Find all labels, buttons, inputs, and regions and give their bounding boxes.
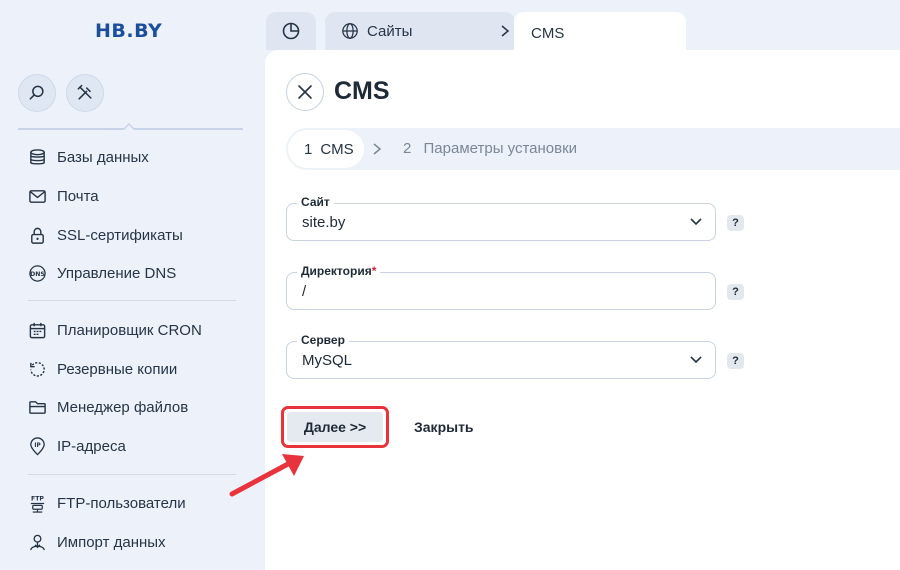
server-select[interactable]: Сервер MySQL (286, 333, 716, 379)
chevron-down-icon (690, 218, 702, 226)
required-mark: * (371, 264, 377, 278)
annotation-arrow-icon (229, 454, 304, 497)
folder-icon (28, 400, 46, 414)
sidebar-item-label: SSL-сертификаты (57, 226, 183, 244)
sidebar-divider (28, 300, 236, 301)
sidebar-item-backups[interactable]: Резервные копии (27, 357, 177, 381)
ftp-icon: FTP (30, 495, 44, 513)
sidebar-item-label: Почта (57, 187, 99, 205)
close-panel-button[interactable] (286, 73, 324, 111)
sidebar-item-label: Импорт данных (57, 533, 166, 551)
step-number: 1 (304, 140, 313, 158)
logo[interactable]: HB.BY (95, 20, 162, 42)
tab-label: Сайты (367, 22, 413, 40)
sidebar-item-cron[interactable]: Планировщик CRON (27, 318, 202, 342)
globe-icon (342, 23, 358, 39)
tools-button[interactable] (66, 74, 104, 112)
chevron-right-icon (501, 25, 510, 37)
directory-help-icon[interactable]: ? (727, 284, 744, 300)
directory-label: Директория* (297, 264, 381, 278)
step-number: 2 (403, 140, 412, 157)
sidebar-item-label: FTP-пользователи (57, 494, 186, 512)
pie-chart-icon (282, 22, 300, 40)
tab-label: CMS (531, 24, 565, 42)
site-select[interactable]: Сайт site.by (286, 195, 716, 241)
sidebar-item-import[interactable]: Импорт данных (27, 530, 166, 554)
dns-icon: DNS (28, 264, 46, 282)
tools-icon (77, 84, 92, 100)
directory-value: / (302, 283, 307, 300)
sidebar-item-ftp-users[interactable]: FTP FTP-пользователи (27, 491, 186, 515)
sidebar-item-label: Резервные копии (57, 360, 178, 378)
tab-sites[interactable]: Сайты (325, 12, 515, 50)
backup-icon (29, 361, 45, 377)
database-icon (29, 148, 45, 165)
tab-dashboard[interactable] (266, 12, 316, 50)
site-label: Сайт (297, 195, 334, 209)
page-title: CMS (334, 77, 390, 105)
sidebar-item-ssl[interactable]: SSL-сертификаты (27, 223, 183, 247)
step-label: CMS (320, 140, 354, 158)
svg-text:DNS: DNS (30, 270, 45, 277)
close-button[interactable]: Закрыть (414, 419, 474, 435)
site-help-icon[interactable]: ? (727, 215, 744, 231)
sidebar-item-label: IP-адреса (57, 437, 126, 455)
sidebar-item-file-manager[interactable]: Менеджер файлов (27, 395, 188, 419)
server-value: MySQL (302, 352, 353, 369)
collapse-caret-icon[interactable] (122, 122, 136, 130)
tab-cms[interactable]: CMS (514, 12, 686, 54)
sidebar-item-ip[interactable]: IP IP-адреса (27, 434, 126, 458)
sidebar-item-databases[interactable]: Базы данных (27, 145, 149, 169)
wizard-step-install-params[interactable]: 2 Параметры установки (403, 140, 577, 157)
import-icon (29, 534, 45, 550)
sidebar-item-label: Менеджер файлов (57, 398, 189, 416)
sidebar-item-label: Базы данных (57, 148, 149, 166)
close-icon (298, 85, 312, 99)
sidebar-divider (28, 474, 236, 475)
step-label: Параметры установки (423, 140, 578, 157)
mail-icon (28, 189, 46, 203)
server-help-icon[interactable]: ? (727, 353, 744, 369)
wizard-step-cms[interactable]: 1 CMS (288, 130, 364, 168)
sidebar-item-label: Управление DNS (57, 264, 177, 282)
calendar-icon (29, 322, 45, 338)
sidebar-item-label: Планировщик CRON (57, 321, 202, 339)
search-button[interactable] (18, 74, 56, 112)
server-label: Сервер (297, 333, 349, 347)
next-button-label: Далее >> (287, 412, 383, 442)
sidebar-item-dns[interactable]: DNS Управление DNS (27, 261, 176, 285)
chevron-down-icon (690, 356, 702, 364)
main-panel: CMS 1 CMS 2 Параметры установки Сайт sit… (265, 50, 900, 570)
svg-text:IP: IP (34, 442, 40, 448)
wizard-steps: 1 CMS 2 Параметры установки (286, 128, 900, 170)
chevron-right-icon (373, 143, 382, 155)
sidebar-item-mail[interactable]: Почта (27, 184, 99, 208)
search-icon (29, 85, 44, 100)
directory-input[interactable]: Директория* / (286, 264, 716, 310)
ip-icon: IP (29, 436, 45, 456)
next-button[interactable]: Далее >> (281, 406, 389, 448)
lock-icon (30, 227, 44, 244)
svg-text:FTP: FTP (31, 495, 44, 502)
site-value: site.by (302, 214, 346, 231)
